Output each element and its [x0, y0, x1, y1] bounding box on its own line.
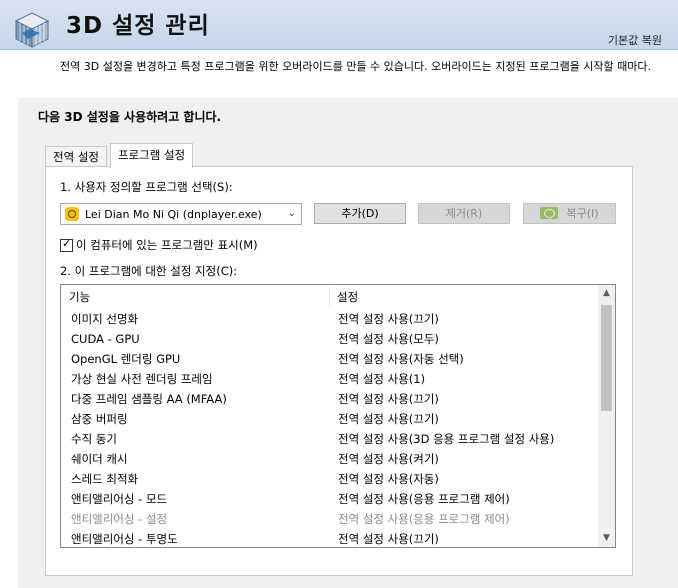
program-dropdown-value: Lei Dian Mo Ni Qi (dnplayer.exe)	[85, 207, 262, 221]
setting-value[interactable]: 전역 설정 사용(끄기)	[338, 529, 439, 549]
setting-value[interactable]: 전역 설정 사용(끄기)	[338, 309, 439, 329]
panel-heading: 다음 3D 설정을 사용하려고 합니다.	[38, 110, 222, 124]
program-settings-tab-body: 1. 사용자 정의할 프로그램 선택(S): Lei Dian Mo Ni Qi…	[45, 166, 633, 576]
page-description: 전역 3D 설정을 변경하고 특정 프로그램을 위한 오버라이드를 만들 수 있…	[60, 60, 652, 73]
select-program-label: 1. 사용자 정의할 프로그램 선택(S):	[60, 180, 233, 194]
table-row[interactable]: 이미지 선명화 전역 설정 사용(끄기)	[61, 309, 598, 329]
settings-panel: 다음 3D 설정을 사용하려고 합니다. 전역 설정 프로그램 설정 1. 사용…	[18, 98, 678, 588]
column-header-setting[interactable]: 설정	[337, 289, 358, 305]
table-row[interactable]: 가상 현실 사전 렌더링 프레임 전역 설정 사용(1)	[61, 369, 598, 389]
restore-button-label: 복구(I)	[566, 207, 599, 220]
add-program-button[interactable]: 추가(D)	[314, 203, 406, 224]
feature-name: 가상 현실 사전 렌더링 프레임	[71, 372, 213, 386]
table-row[interactable]: 쉐이더 캐시 전역 설정 사용(켜기)	[61, 449, 598, 469]
show-only-installed-checkbox-row[interactable]: 이 컴퓨터에 있는 프로그램만 표시(M)	[60, 237, 258, 253]
feature-name: 앤티앨리어싱 - 모드	[71, 492, 168, 506]
program-icon	[65, 207, 79, 221]
settings-rows: 이미지 선명화 전역 설정 사용(끄기) CUDA - GPU 전역 설정 사용(모…	[61, 309, 598, 549]
scrollbar-thumb[interactable]	[601, 305, 612, 411]
setting-value[interactable]: 전역 설정 사용(끄기)	[338, 389, 439, 409]
table-row[interactable]: 수직 동기 전역 설정 사용(3D 응용 프로그램 설정 사용)	[61, 429, 598, 449]
setting-value[interactable]: 전역 설정 사용(3D 응용 프로그램 설정 사용)	[338, 429, 554, 449]
page-header: 3D 설정 관리 기본값 복원	[0, 0, 678, 50]
tab-global-settings[interactable]: 전역 설정	[45, 146, 107, 167]
vertical-scrollbar[interactable]: ▲ ▼	[598, 285, 615, 547]
feature-name: 앤티앨리어싱 - 투명도	[71, 532, 178, 546]
checkbox-check-icon[interactable]	[60, 237, 73, 252]
feature-name: OpenGL 렌더링 GPU	[71, 352, 181, 366]
restore-defaults-link[interactable]: 기본값 복원	[608, 32, 662, 48]
setting-value: 전역 설정 사용(응용 프로그램 제어)	[338, 512, 510, 526]
program-dropdown[interactable]: Lei Dian Mo Ni Qi (dnplayer.exe) ⌄	[60, 203, 302, 225]
table-row[interactable]: OpenGL 렌더링 GPU 전역 설정 사용(자동 선택)	[61, 349, 598, 369]
column-header-feature[interactable]: 기능	[69, 289, 90, 305]
chevron-down-icon[interactable]: ⌄	[288, 208, 296, 219]
feature-name: 삼중 버퍼링	[71, 412, 128, 426]
page-title: 3D 설정 관리	[66, 13, 210, 39]
restore-program-button[interactable]: 복구(I)	[523, 203, 616, 224]
feature-name: 쉐이더 캐시	[71, 452, 128, 466]
feature-name: 수직 동기	[71, 432, 117, 446]
setting-value[interactable]: 전역 설정 사용(끄기)	[338, 409, 439, 429]
settings-list: 기능 설정 이미지 선명화 전역 설정 사용(끄기) CUDA - GPU 전역 설…	[60, 284, 616, 548]
table-row[interactable]: CUDA - GPU 전역 설정 사용(모두)	[61, 329, 598, 349]
feature-name: 스레드 최적화	[71, 472, 139, 486]
settings-list-header: 기능 설정	[61, 285, 598, 309]
nvidia-icon	[540, 207, 559, 219]
table-row[interactable]: 앤티앨리어싱 - 모드 전역 설정 사용(응용 프로그램 제어)	[61, 489, 598, 509]
specify-settings-label: 2. 이 프로그램에 대한 설정 지정(C):	[60, 264, 238, 278]
setting-value[interactable]: 전역 설정 사용(응용 프로그램 제어)	[338, 489, 510, 509]
setting-value[interactable]: 전역 설정 사용(켜기)	[338, 449, 439, 469]
3d-cube-logo-icon	[14, 12, 50, 48]
show-only-installed-label: 이 컴퓨터에 있는 프로그램만 표시(M)	[76, 238, 258, 252]
remove-program-button[interactable]: 제거(R)	[418, 203, 510, 224]
setting-value[interactable]: 전역 설정 사용(자동 선택)	[338, 349, 464, 369]
table-row[interactable]: 삼중 버퍼링 전역 설정 사용(끄기)	[61, 409, 598, 429]
table-row[interactable]: 다중 프레임 샘플링 AA (MFAA) 전역 설정 사용(끄기)	[61, 389, 598, 409]
feature-name: 이미지 선명화	[71, 312, 139, 326]
scroll-down-icon[interactable]: ▼	[598, 530, 615, 547]
tab-program-settings[interactable]: 프로그램 설정	[110, 143, 194, 168]
column-divider[interactable]	[329, 287, 330, 307]
table-row[interactable]: 스레드 최적화 전역 설정 사용(자동)	[61, 469, 598, 489]
feature-name: CUDA - GPU	[71, 332, 140, 346]
feature-name: 앤티앨리어싱 - 설정	[71, 512, 168, 526]
table-row-disabled: 앤티앨리어싱 - 설정 전역 설정 사용(응용 프로그램 제어)	[61, 509, 598, 529]
scroll-up-icon[interactable]: ▲	[598, 285, 615, 302]
feature-name: 다중 프레임 샘플링 AA (MFAA)	[71, 392, 227, 406]
setting-value[interactable]: 전역 설정 사용(모두)	[338, 329, 439, 349]
setting-value[interactable]: 전역 설정 사용(자동)	[338, 469, 439, 489]
table-row[interactable]: 앤티앨리어싱 - 투명도 전역 설정 사용(끄기)	[61, 529, 598, 549]
setting-value[interactable]: 전역 설정 사용(1)	[338, 369, 425, 389]
